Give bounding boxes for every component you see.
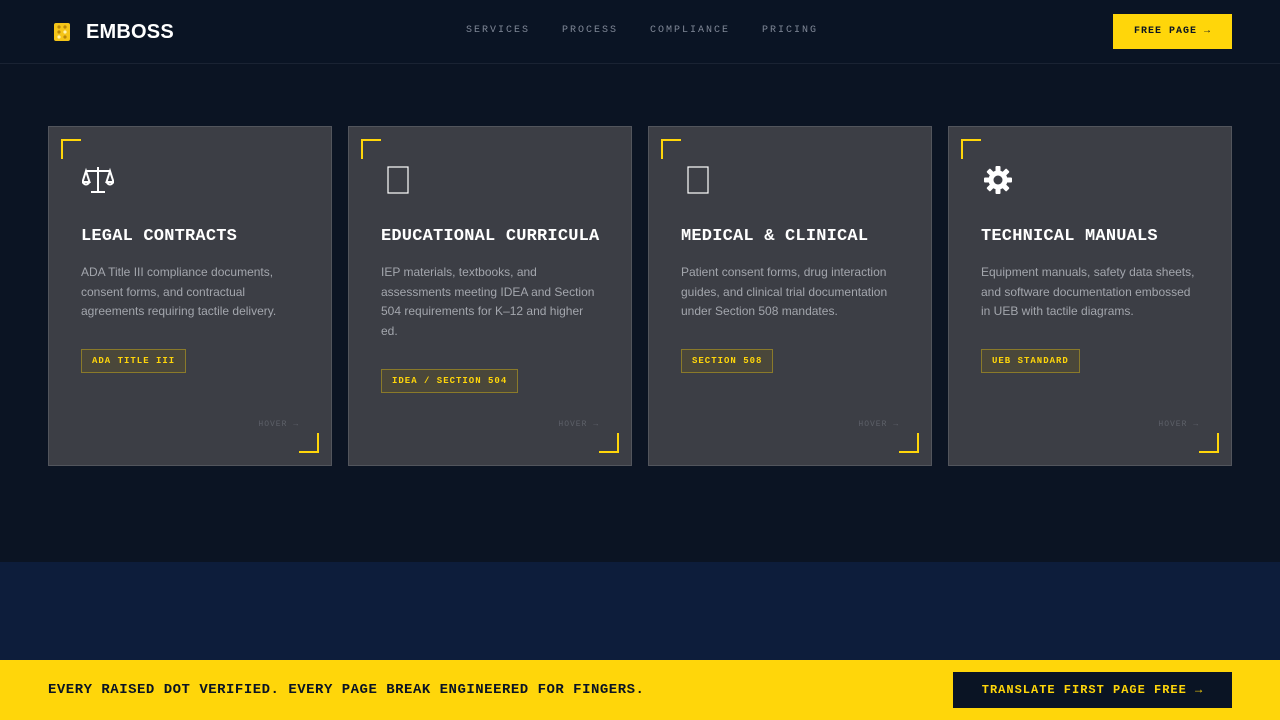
book-icon xyxy=(381,163,415,197)
card-title: MEDICAL & CLINICAL xyxy=(681,227,869,246)
card-title: EDUCATIONAL CURRICULA xyxy=(381,227,600,246)
nav-compliance[interactable]: COMPLIANCE xyxy=(650,25,730,36)
hover-hint: HOVER → xyxy=(1158,420,1199,429)
main-nav: SERVICES PROCESS COMPLIANCE PRICING xyxy=(466,25,818,36)
card-technical-manuals[interactable]: TECHNICAL MANUALS Equipment manuals, saf… xyxy=(948,126,1232,466)
braille-icon xyxy=(48,18,76,46)
brand[interactable]: EMBOSS xyxy=(48,18,174,46)
card-medical-clinical[interactable]: MEDICAL & CLINICAL Patient consent forms… xyxy=(648,126,932,466)
corner-bracket xyxy=(361,139,381,159)
cta-banner: EVERY RAISED DOT VERIFIED. EVERY PAGE BR… xyxy=(0,660,1280,720)
corner-bracket xyxy=(61,139,81,159)
nav-pricing[interactable]: PRICING xyxy=(762,25,818,36)
corner-bracket xyxy=(961,139,981,159)
banner-text: EVERY RAISED DOT VERIFIED. EVERY PAGE BR… xyxy=(48,682,645,698)
card-legal-contracts[interactable]: LEGAL CONTRACTS ADA Title III compliance… xyxy=(48,126,332,466)
nav-services[interactable]: SERVICES xyxy=(466,25,530,36)
service-cards: LEGAL CONTRACTS ADA Title III compliance… xyxy=(48,126,1232,466)
nav-process[interactable]: PROCESS xyxy=(562,25,618,36)
hover-hint: HOVER → xyxy=(858,420,899,429)
brand-name: EMBOSS xyxy=(86,20,174,43)
medical-icon xyxy=(681,163,715,197)
site-header: EMBOSS SERVICES PROCESS COMPLIANCE PRICI… xyxy=(0,0,1280,64)
card-tag: IDEA / SECTION 504 xyxy=(381,369,519,393)
translate-first-page-button[interactable]: TRANSLATE FIRST PAGE FREE → xyxy=(953,672,1232,708)
next-section xyxy=(0,562,1280,660)
corner-bracket xyxy=(899,433,919,453)
hover-hint: HOVER → xyxy=(558,420,599,429)
card-description: Equipment manuals, safety data sheets, a… xyxy=(981,265,1195,318)
card-educational-curricula[interactable]: EDUCATIONAL CURRICULA IEP materials, tex… xyxy=(348,126,632,466)
corner-bracket xyxy=(661,139,681,159)
gear-icon xyxy=(981,163,1015,197)
card-title: TECHNICAL MANUALS xyxy=(981,227,1158,246)
corner-bracket xyxy=(299,433,319,453)
corner-bracket xyxy=(1199,433,1219,453)
free-page-button[interactable]: FREE PAGE → xyxy=(1113,14,1232,49)
card-tag: ADA TITLE III xyxy=(81,349,187,373)
card-tag: SECTION 508 xyxy=(681,349,774,373)
card-description: IEP materials, textbooks, and assessment… xyxy=(381,265,595,338)
card-description: Patient consent forms, drug interaction … xyxy=(681,265,888,318)
card-tag: UEB STANDARD xyxy=(981,349,1080,373)
scales-icon xyxy=(81,163,115,197)
corner-bracket xyxy=(599,433,619,453)
hover-hint: HOVER → xyxy=(258,420,299,429)
card-title: LEGAL CONTRACTS xyxy=(81,227,238,246)
card-description: ADA Title III compliance documents, cons… xyxy=(81,265,277,318)
